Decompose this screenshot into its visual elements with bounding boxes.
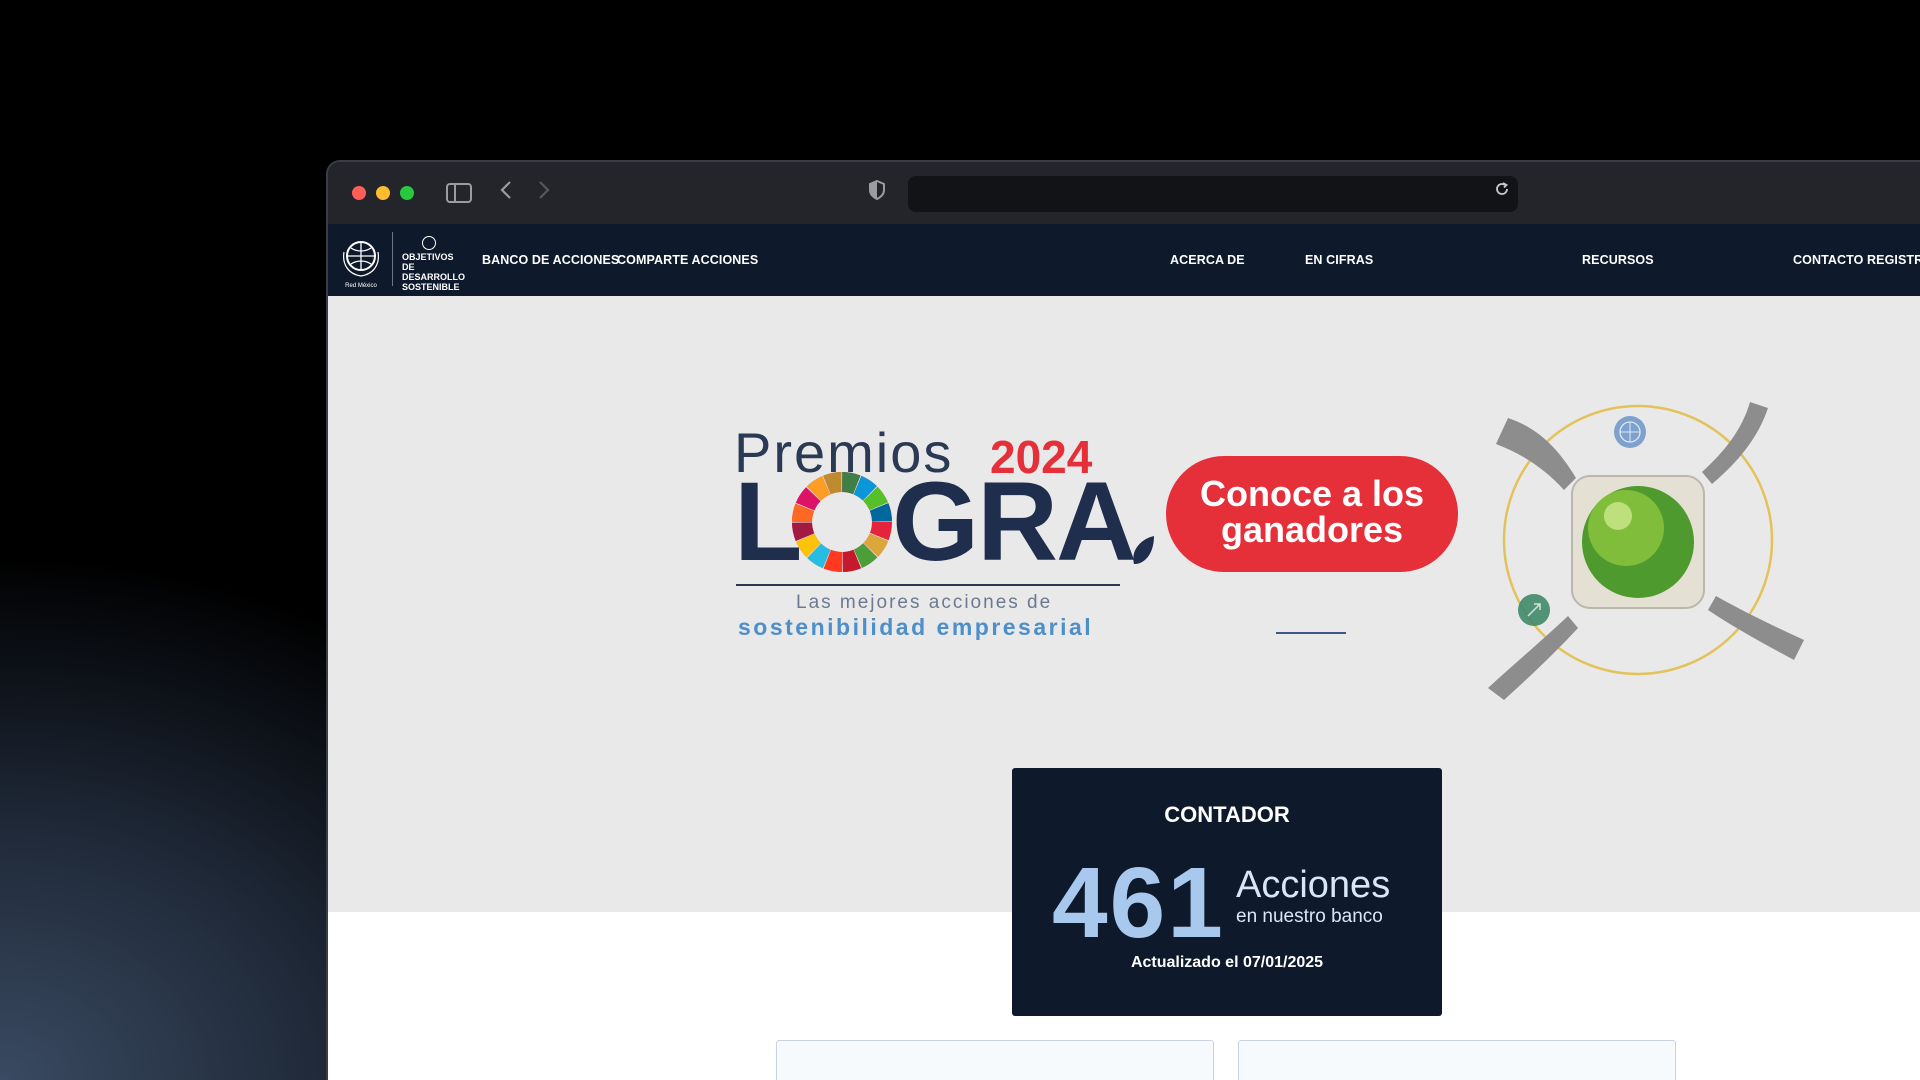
privacy-shield-icon[interactable] xyxy=(866,179,888,207)
tagline-line1: Las mejores acciones de xyxy=(796,592,1053,613)
ods-logo-text: OBJETIVOS DE DESARROLLO SOSTENIBLE xyxy=(402,252,465,292)
logra-wordmark: L GRA xyxy=(734,468,1154,572)
logo-underline xyxy=(736,584,1120,586)
ods-logo[interactable]: OBJETIVOS DE DESARROLLO SOSTENIBLE xyxy=(402,236,465,292)
logo-gc-text: Red México xyxy=(345,283,377,289)
content-card-right[interactable] xyxy=(1238,1040,1676,1080)
website: Red México OBJETIVOS DE DESARROLLO SOSTE… xyxy=(328,224,1920,1080)
svg-text:L: L xyxy=(734,468,800,572)
puzzle-globe-illustration xyxy=(1488,402,1804,700)
tagline-line2: sostenibilidad empresarial xyxy=(738,614,1094,640)
cta-line1: Conoce a los xyxy=(1199,473,1425,514)
counter-updated-date: Actualizado el 07/01/2025 xyxy=(1130,954,1324,971)
counter-card: CONTADOR 461 Acciones en nuestro banco A… xyxy=(1012,768,1442,1016)
sidebar-toggle-icon[interactable] xyxy=(446,183,472,203)
nav-banco-de-acciones[interactable]: BANCO DE ACCIONES xyxy=(482,253,619,267)
svg-text:GRA: GRA xyxy=(892,468,1135,572)
back-icon[interactable] xyxy=(496,180,516,207)
nav-registro[interactable]: REGISTRO xyxy=(1867,253,1920,267)
logo-divider xyxy=(392,232,393,286)
browser-window: Red México OBJETIVOS DE DESARROLLO SOSTE… xyxy=(326,160,1920,1080)
close-window-button[interactable] xyxy=(352,186,366,200)
counter-unit: Acciones xyxy=(1236,864,1391,906)
premios-logra-logo: Premios 2024 L GRA Las mejores acciones … xyxy=(734,420,1154,640)
forward-icon[interactable] xyxy=(534,180,554,207)
reload-icon[interactable] xyxy=(1494,181,1510,202)
minimize-window-button[interactable] xyxy=(376,186,390,200)
counter-title: CONTADOR xyxy=(1164,802,1290,827)
maximize-window-button[interactable] xyxy=(400,186,414,200)
nav-recursos[interactable]: RECURSOS xyxy=(1582,253,1654,267)
sdg-wheel-icon xyxy=(792,472,892,572)
carousel-indicator[interactable] xyxy=(1276,632,1346,634)
global-compact-logo[interactable]: Red México xyxy=(338,232,384,290)
site-navbar: Red México OBJETIVOS DE DESARROLLO SOSTE… xyxy=(328,224,1920,296)
counter-subtitle: en nuestro banco xyxy=(1236,906,1383,927)
nav-contacto[interactable]: CONTACTO xyxy=(1793,253,1863,267)
cta-line2: ganadores xyxy=(1220,509,1404,550)
nav-comparte-acciones[interactable]: COMPARTE ACCIONES xyxy=(617,253,758,267)
counter-value: 461 xyxy=(1052,847,1225,959)
address-bar[interactable] xyxy=(908,176,1518,212)
conoce-ganadores-button[interactable]: Conoce a los ganadores xyxy=(1166,456,1458,572)
content-card-left[interactable] xyxy=(776,1040,1214,1080)
un-emblem-icon xyxy=(422,236,436,250)
nav-en-cifras[interactable]: EN CIFRAS xyxy=(1305,253,1373,267)
browser-toolbar xyxy=(328,162,1920,224)
nav-acerca-de[interactable]: ACERCA DE xyxy=(1170,253,1245,267)
